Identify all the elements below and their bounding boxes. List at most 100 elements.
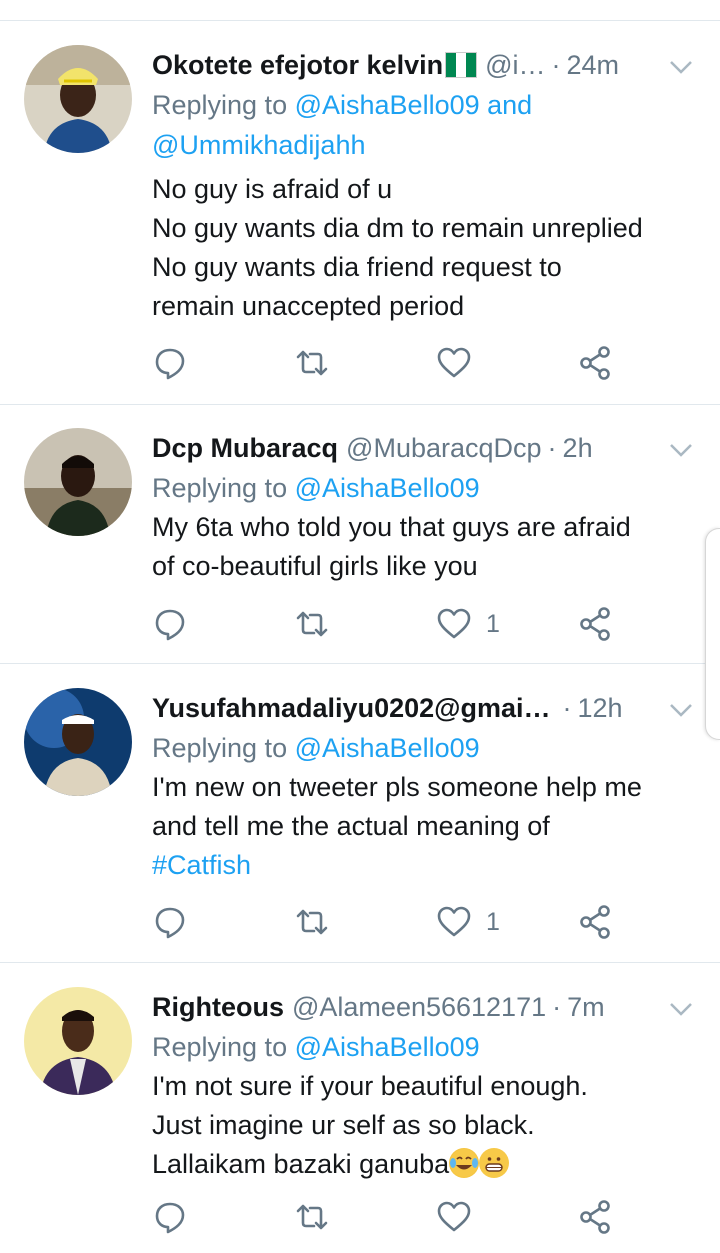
heart-icon xyxy=(437,906,471,937)
timestamp[interactable]: 24m xyxy=(567,45,620,85)
share-icon xyxy=(580,346,610,380)
tweet-text-fragment: Lallaikam bazaki ganuba xyxy=(152,1149,450,1179)
retweet-button[interactable] xyxy=(294,602,330,646)
mention-link[interactable]: @AishaBello09 xyxy=(295,1032,480,1062)
tweet-text: I'm new on tweeter pls someone help me a… xyxy=(152,768,700,885)
timestamp[interactable]: 7m xyxy=(567,987,605,1027)
retweet-icon xyxy=(296,1204,328,1230)
tweet-header: Dcp Mubaracq @MubaracqDcp · 2h xyxy=(152,428,696,468)
mention-link[interactable]: @AishaBello09 xyxy=(295,90,480,120)
like-button[interactable] xyxy=(436,341,486,385)
avatar[interactable] xyxy=(24,428,132,536)
mention-joiner: and xyxy=(479,90,533,120)
tweet-text-line: remain unaccepted period xyxy=(152,291,465,321)
chevron-down-icon[interactable] xyxy=(668,999,694,1019)
replying-to-label: Replying to xyxy=(152,733,295,763)
avatar[interactable] xyxy=(24,688,132,796)
like-button[interactable] xyxy=(436,1195,486,1239)
reply-button[interactable] xyxy=(152,900,188,944)
chevron-down-icon[interactable] xyxy=(668,700,694,720)
tweet-text: I'm not sure if your beautiful enough. J… xyxy=(152,1067,700,1184)
display-name[interactable]: Righteous xyxy=(152,987,284,1027)
replying-to: Replying to @AishaBello09 xyxy=(152,1027,696,1067)
tweet-text-line: My 6ta who told you that guys are afraid xyxy=(152,512,631,542)
replying-to-label: Replying to xyxy=(152,90,295,120)
retweet-button[interactable] xyxy=(294,341,330,385)
replying-to-label: Replying to xyxy=(152,473,295,503)
tweet-text-line: Just imagine ur self as so black. xyxy=(152,1110,535,1140)
nigeria-flag-icon xyxy=(445,52,478,78)
tweet-text: My 6ta who told you that guys are afraid… xyxy=(152,508,700,586)
heart-icon xyxy=(437,1201,471,1232)
tweet-text-line: No guy wants dia dm to remain unreplied xyxy=(152,213,643,243)
like-count: 1 xyxy=(486,609,500,638)
replying-to: Replying to @AishaBello09 and @Ummikhadi… xyxy=(152,85,696,165)
grinning-face-emoji xyxy=(479,1148,510,1178)
share-button[interactable] xyxy=(578,602,614,646)
tweet-text: No guy is afraid of u No guy wants dia d… xyxy=(152,170,700,326)
mention-link[interactable]: @AishaBello09 xyxy=(295,733,480,763)
retweet-icon xyxy=(296,350,328,376)
timestamp[interactable]: 12h xyxy=(577,688,622,728)
like-button[interactable]: 1 xyxy=(436,602,500,646)
display-name[interactable]: Yusufahmadaliyu0202@gmai… xyxy=(152,688,550,728)
scrollbar-thumb[interactable] xyxy=(705,528,720,740)
tweet-text-line: of co-beautiful girls like you xyxy=(152,551,478,581)
separator-dot: · xyxy=(547,433,557,463)
tweet-text-line: No guy wants dia friend request to xyxy=(152,252,562,282)
reply-button[interactable] xyxy=(152,602,188,646)
avatar[interactable] xyxy=(24,987,132,1095)
share-button[interactable] xyxy=(578,1195,614,1239)
hashtag-link[interactable]: #Catfish xyxy=(152,846,700,885)
timestamp[interactable]: 2h xyxy=(563,428,593,468)
share-icon xyxy=(580,905,610,939)
tweet-header: Righteous @Alameen56612171 · 7m xyxy=(152,987,696,1027)
reply-icon xyxy=(155,348,185,380)
mention-link[interactable]: @AishaBello09 xyxy=(295,473,480,503)
user-handle[interactable]: @Alameen56612171 xyxy=(292,987,546,1027)
heart-icon xyxy=(437,347,471,378)
display-name[interactable]: Okotete efejotor kelvin xyxy=(152,45,443,85)
heart-icon xyxy=(437,608,471,639)
tweet-actions: 1 xyxy=(152,900,696,944)
share-icon xyxy=(580,1200,610,1234)
reply-icon xyxy=(155,1202,185,1234)
reply-button[interactable] xyxy=(152,341,188,385)
chevron-down-icon[interactable] xyxy=(668,57,694,77)
tweet-header: Okotete efejotor kelvin @i… · 24m xyxy=(152,45,696,85)
retweet-button[interactable] xyxy=(294,1195,330,1239)
tweet-actions xyxy=(152,1195,696,1239)
separator-dot: · xyxy=(551,50,561,80)
display-name[interactable]: Dcp Mubaracq xyxy=(152,428,338,468)
chevron-down-icon[interactable] xyxy=(668,440,694,460)
replying-to-label: Replying to xyxy=(152,1032,295,1062)
face-with-tears-of-joy-emoji xyxy=(449,1148,480,1178)
tweet-text-line: and tell me the actual meaning of xyxy=(152,811,550,841)
replying-to: Replying to @AishaBello09 xyxy=(152,728,696,768)
separator-dot: · xyxy=(562,693,572,723)
share-button[interactable] xyxy=(578,900,614,944)
tweet-3[interactable]: Yusufahmadaliyu0202@gmai… · 12h Replying… xyxy=(0,664,720,963)
tweet-4[interactable]: Righteous @Alameen56612171 · 7m Replying… xyxy=(0,963,720,1253)
tweet-text-line: I'm not sure if your beautiful enough. xyxy=(152,1071,588,1101)
separator-dot: · xyxy=(552,992,562,1022)
tweet-text-line: No guy is afraid of u xyxy=(152,174,393,204)
reply-button[interactable] xyxy=(152,1195,188,1239)
retweet-icon xyxy=(296,611,328,637)
share-icon xyxy=(580,607,610,641)
mention-link[interactable]: @Ummikhadijahh xyxy=(152,130,365,160)
tweet-2[interactable]: Dcp Mubaracq @MubaracqDcp · 2h Replying … xyxy=(0,404,720,664)
retweet-icon xyxy=(296,909,328,935)
tweet-1[interactable]: Okotete efejotor kelvin @i… · 24m Replyi… xyxy=(0,21,720,405)
tweet-text-line: I'm new on tweeter pls someone help me xyxy=(152,772,642,802)
like-button[interactable]: 1 xyxy=(436,900,500,944)
tweet-actions: 1 xyxy=(152,602,696,646)
user-handle[interactable]: @i… xyxy=(485,45,545,85)
retweet-button[interactable] xyxy=(294,900,330,944)
tweet-text-line: Lallaikam bazaki ganuba xyxy=(152,1145,700,1184)
reply-icon xyxy=(155,907,185,939)
replying-to: Replying to @AishaBello09 xyxy=(152,468,696,508)
share-button[interactable] xyxy=(578,341,614,385)
avatar[interactable] xyxy=(24,45,132,153)
user-handle[interactable]: @MubaracqDcp xyxy=(346,428,542,468)
